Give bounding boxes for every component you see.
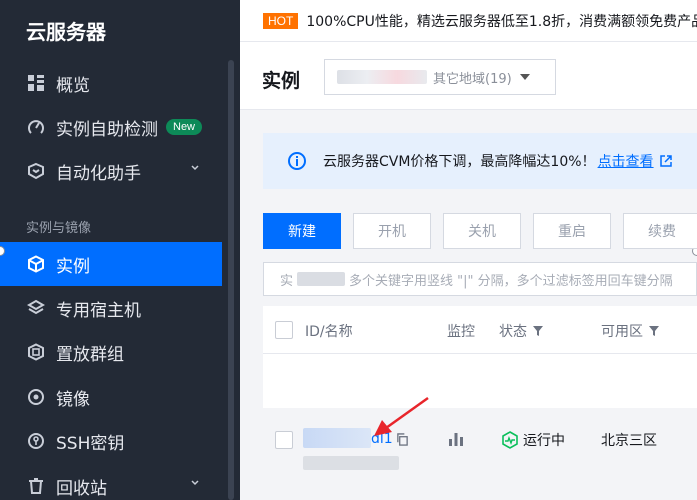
row-checkbox[interactable] [275, 431, 293, 449]
sidebar: 云服务器 概览 实例自助检测 New 自动化助手 实例与镜像 实例 专用宿主机 [0, 0, 240, 500]
column-zone-label: 可用区 [601, 324, 643, 340]
sidebar-item-automation[interactable]: 自动化助手 [0, 149, 222, 193]
caret-down-icon [519, 74, 530, 80]
column-monitor: 监控 [447, 324, 475, 340]
sidebar-item-label: 置放群组 [56, 344, 124, 365]
restart-button[interactable]: 重启 [533, 213, 611, 249]
annotation-arrow-icon [374, 396, 429, 436]
filter-icon[interactable] [533, 326, 543, 336]
status-badge: 运行中 [501, 430, 565, 450]
sidebar-title: 云服务器 [26, 20, 106, 44]
sidebar-item-overview[interactable]: 概览 [0, 61, 222, 105]
sidebar-item-dedicated-hosts[interactable]: 专用宿主机 [0, 286, 222, 330]
new-badge: New [166, 119, 203, 135]
chevron-down-icon[interactable] [190, 478, 200, 488]
sidebar-item-label: 回收站 [56, 478, 107, 499]
select-all-checkbox[interactable] [275, 321, 293, 339]
sidebar-item-label: 镜像 [56, 389, 90, 410]
trash-icon [26, 476, 46, 496]
instance-table: ID/名称 监控 状态 可用区 dl1 运行中 北京三区 [263, 306, 697, 500]
info-icon [288, 152, 306, 170]
running-icon [502, 431, 518, 449]
sidebar-item-label: 实例 [56, 256, 90, 277]
column-zone[interactable]: 可用区 [601, 321, 659, 341]
sidebar-item-instances[interactable]: 实例 [0, 242, 222, 286]
sidebar-item-label: 概览 [56, 75, 90, 96]
sidebar-item-ssh-keys[interactable]: SSH密钥 [0, 419, 222, 463]
zone-cell: 北京三区 [601, 433, 657, 449]
sidebar-section-label: 实例与镜像 [26, 221, 92, 236]
sidebar-item-label: SSH密钥 [56, 433, 125, 454]
redacted-instance-name [303, 456, 399, 470]
notice-text: 云服务器CVM价格下调，最高降幅达10%！ [323, 154, 596, 170]
chevron-down-icon[interactable] [190, 163, 200, 173]
table-header: ID/名称 监控 状态 可用区 [263, 306, 697, 354]
sidebar-item-self-check[interactable]: 实例自助检测 New [0, 105, 222, 149]
sidebar-item-label: 实例自助检测 [56, 119, 158, 140]
sidebar-scrollbar[interactable] [228, 60, 234, 500]
sidebar-item-label: 专用宿主机 [56, 300, 141, 321]
search-placeholder: 多个关键字用竖线 "|" 分隔，多个过滤标签用回车键分隔 [349, 273, 673, 289]
new-instance-button[interactable]: 新建 [263, 213, 341, 249]
notice-link[interactable]: 点击查看 [598, 151, 654, 171]
search-prefix: 实 [280, 273, 294, 289]
sidebar-item-recycle-bin[interactable]: 回收站 [0, 464, 222, 500]
sidebar-item-images[interactable]: 镜像 [0, 375, 222, 419]
redacted-search-token [297, 272, 346, 286]
shutdown-button[interactable]: 关机 [443, 213, 521, 249]
column-id-name: ID/名称 [305, 324, 353, 340]
sidebar-item-placement-groups[interactable]: 置放群组 [0, 330, 222, 374]
table-row[interactable]: dl1 运行中 北京三区 [263, 408, 697, 500]
layers-icon [26, 298, 46, 318]
renew-button[interactable]: 续费 [623, 213, 697, 249]
filter-icon[interactable] [649, 326, 659, 336]
gauge-icon [26, 117, 46, 137]
disc-icon [26, 387, 46, 407]
redacted-instance-id [303, 428, 371, 448]
search-input[interactable]: 实 多个关键字用竖线 "|" 分隔，多个过滤标签用回车键分隔 [263, 262, 697, 296]
page-header: 实例 其它地域(19) [240, 42, 697, 110]
region-select[interactable]: 其它地域(19) [324, 59, 556, 95]
start-button[interactable]: 开机 [353, 213, 431, 249]
promo-text: 100%CPU性能，精选云服务器低至1.8折，消费满额领免费产品 [306, 13, 697, 30]
monitor-chart-icon[interactable] [448, 431, 464, 447]
promo-banner[interactable]: HOT 100%CPU性能，精选云服务器低至1.8折，消费满额领免费产品 [240, 0, 697, 42]
cube-icon [26, 254, 46, 274]
page-title: 实例 [262, 70, 301, 92]
column-status[interactable]: 状态 [499, 321, 543, 341]
hot-tag: HOT [263, 12, 299, 29]
column-status-label: 状态 [499, 324, 527, 340]
status-text: 运行中 [523, 433, 565, 449]
key-icon [26, 431, 46, 451]
group-icon [26, 342, 46, 362]
grid-icon [26, 73, 46, 93]
external-link-icon[interactable] [659, 155, 672, 167]
redacted-region [337, 70, 427, 84]
region-other-label: 其它地域(19) [433, 71, 512, 87]
sidebar-item-label: 自动化助手 [56, 163, 141, 184]
price-notice: 云服务器CVM价格下调，最高降幅达10%！ 点击查看 [263, 133, 697, 189]
robot-icon [26, 161, 46, 181]
